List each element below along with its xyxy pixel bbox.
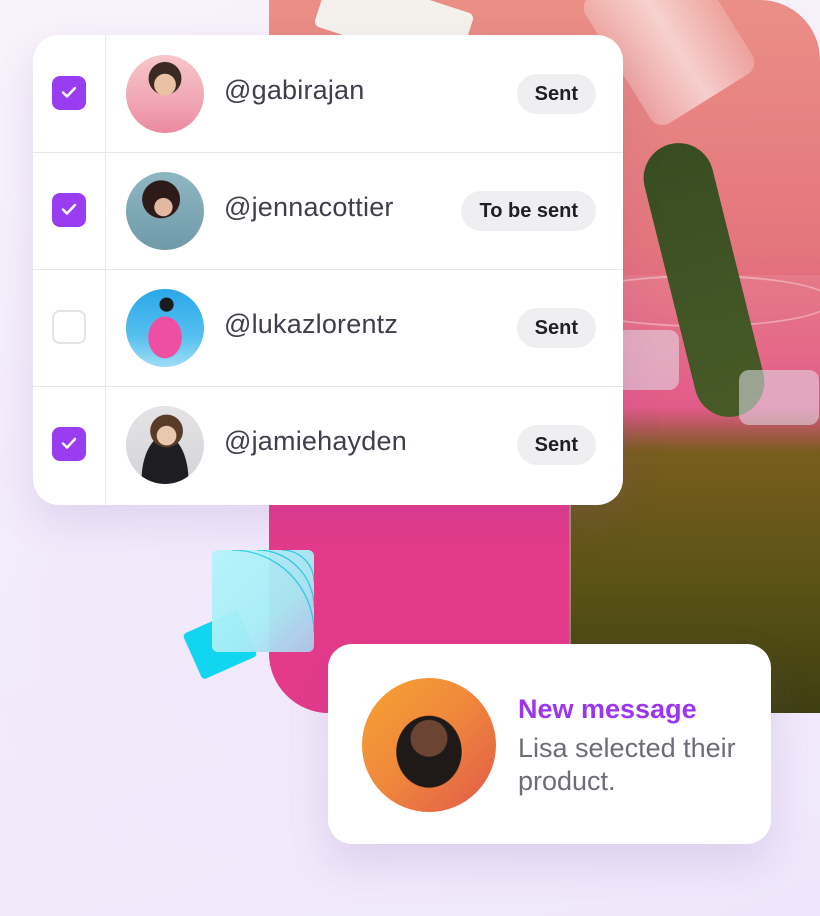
status-badge: Sent xyxy=(516,308,596,348)
list-row: @jennacottier To be sent xyxy=(33,152,623,270)
status-badge: Sent xyxy=(516,74,596,114)
list-row: @gabirajan Sent xyxy=(33,35,623,153)
checkmark-icon xyxy=(61,86,77,98)
avatar xyxy=(126,289,204,367)
row-checkbox[interactable] xyxy=(52,193,86,227)
ice-cube xyxy=(739,370,819,425)
row-checkbox[interactable] xyxy=(52,310,86,344)
row-checkbox[interactable] xyxy=(52,76,86,110)
status-badge: To be sent xyxy=(461,191,596,231)
user-handle[interactable]: @jennacottier xyxy=(224,192,394,223)
user-handle[interactable]: @jamiehayden xyxy=(224,426,407,457)
avatar xyxy=(126,55,204,133)
list-row: @jamiehayden Sent xyxy=(33,386,623,503)
arc-pattern-icon xyxy=(231,550,314,633)
checkmark-icon xyxy=(61,203,77,215)
avatar xyxy=(126,172,204,250)
avatar xyxy=(126,406,204,484)
notification-title: New message xyxy=(518,694,697,724)
avatar xyxy=(362,678,496,812)
notification-card[interactable]: New message Lisa selected their product. xyxy=(328,644,771,844)
status-badge: Sent xyxy=(516,425,596,465)
decorative-tile-glass xyxy=(212,550,314,652)
notification-body: Lisa selected their product. xyxy=(518,733,736,796)
user-handle[interactable]: @gabirajan xyxy=(224,75,365,106)
influencer-list-card: @gabirajan Sent @jennacottier To be sent… xyxy=(33,35,623,505)
user-handle[interactable]: @lukazlorentz xyxy=(224,309,398,340)
checkmark-icon xyxy=(61,437,77,449)
list-row: @lukazlorentz Sent xyxy=(33,269,623,387)
row-checkbox[interactable] xyxy=(52,427,86,461)
